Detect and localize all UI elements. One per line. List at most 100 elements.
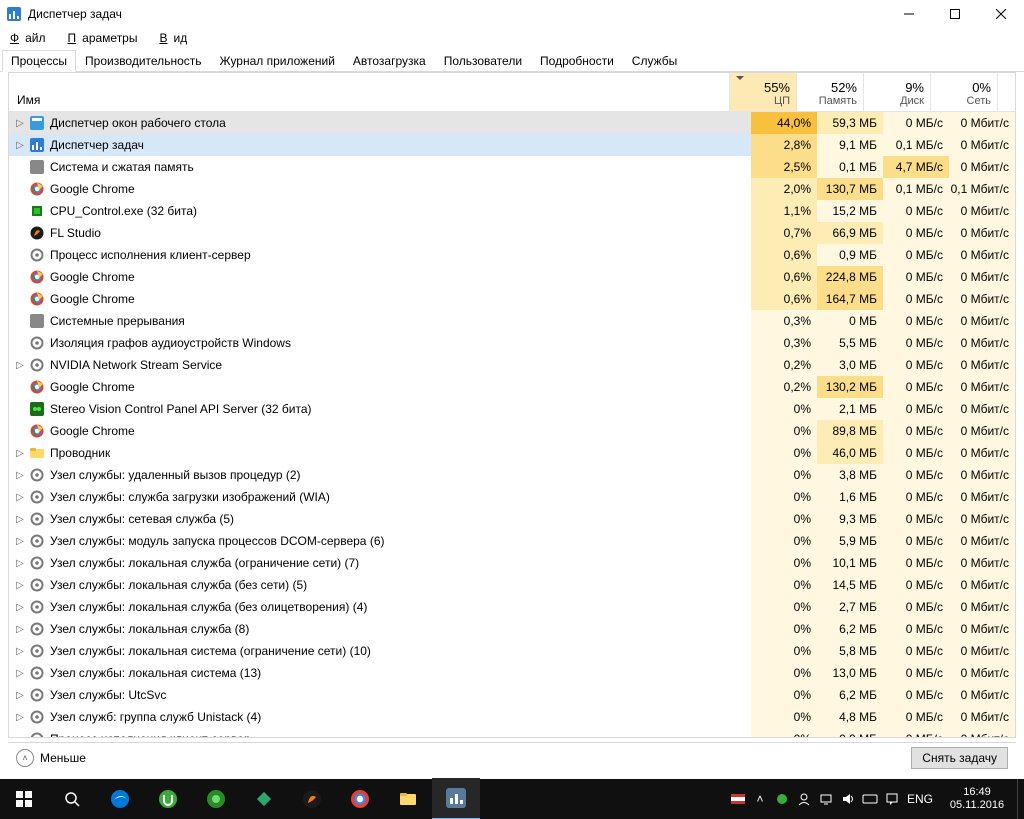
taskbar-app-diamond[interactable] — [240, 779, 288, 819]
expander-icon[interactable]: ▷ — [13, 666, 27, 680]
taskbar-app-green[interactable] — [192, 779, 240, 819]
taskbar-chrome[interactable] — [336, 779, 384, 819]
process-row[interactable]: ▷Узел службы: сетевая служба (5)0%9,3 МБ… — [9, 508, 1015, 530]
expander-icon[interactable]: ▷ — [13, 116, 27, 130]
taskbar-flstudio[interactable] — [288, 779, 336, 819]
process-row[interactable]: ▷Узел службы: локальная система (огранич… — [9, 640, 1015, 662]
process-row[interactable]: ▷Узел службы: локальная служба (без олиц… — [9, 596, 1015, 618]
process-row[interactable]: Системные прерывания0,3%0 МБ0 МБ/с0 Мбит… — [9, 310, 1015, 332]
expander-icon[interactable]: ▷ — [13, 600, 27, 614]
search-button[interactable] — [48, 779, 96, 819]
process-row[interactable]: ▷Узел службы: UtcSvc0%6,2 МБ0 МБ/с0 Мбит… — [9, 684, 1015, 706]
expander-icon[interactable]: ▷ — [13, 578, 27, 592]
gear-icon — [29, 511, 45, 527]
tab-3[interactable]: Автозагрузка — [344, 50, 435, 71]
taskbar-edge[interactable] — [96, 779, 144, 819]
expander-icon[interactable]: ▷ — [13, 710, 27, 724]
cell-net: 0 Мбит/с — [949, 464, 1015, 486]
col-disk[interactable]: 9%Диск — [864, 73, 931, 111]
taskbar-taskmgr[interactable] — [432, 778, 480, 819]
expander-icon[interactable]: ▷ — [13, 556, 27, 570]
gear-icon — [29, 247, 45, 263]
show-desktop-button[interactable] — [1017, 779, 1024, 819]
expander-icon[interactable]: ▷ — [13, 622, 27, 636]
taskbar[interactable]: ˄ ENG 16:4905.11.2016 — [0, 779, 1024, 819]
process-row[interactable]: ▷Узел служб: группа служб Unistack (4)0%… — [9, 706, 1015, 728]
process-row[interactable]: ▷Узел службы: локальная служба (без сети… — [9, 574, 1015, 596]
menu-options[interactable]: Параметры — [62, 30, 150, 46]
process-row[interactable]: Google Chrome0%89,8 МБ0 МБ/с0 Мбит/с — [9, 420, 1015, 442]
process-list[interactable]: ▷Диспетчер окон рабочего стола44,0%59,3 … — [9, 112, 1015, 737]
tray-clock[interactable]: 16:4905.11.2016 — [937, 786, 1017, 812]
cell-cpu: 44,0% — [751, 112, 817, 134]
fewer-details-button[interactable]: ˄ Меньше — [16, 749, 86, 767]
expander-icon[interactable]: ▷ — [13, 358, 27, 372]
gear-icon — [29, 643, 45, 659]
process-row[interactable]: Изоляция графов аудиоустройств Windows0,… — [9, 332, 1015, 354]
process-row[interactable]: Google Chrome0,6%224,8 МБ0 МБ/с0 Мбит/с — [9, 266, 1015, 288]
process-row[interactable]: ▷Диспетчер задач2,8%9,1 МБ0,1 МБ/с0 Мбит… — [9, 134, 1015, 156]
process-row[interactable]: Stereo Vision Control Panel API Server (… — [9, 398, 1015, 420]
tray-volume-icon[interactable] — [837, 779, 859, 819]
process-row[interactable]: Google Chrome2,0%130,7 МБ0,1 МБ/с0,1 Мби… — [9, 178, 1015, 200]
taskbar-utorrent[interactable] — [144, 779, 192, 819]
menu-file[interactable]: Файл — [4, 30, 58, 46]
expander-icon[interactable]: ▷ — [13, 468, 27, 482]
tray-icon[interactable] — [727, 779, 749, 819]
expander-icon[interactable]: ▷ — [13, 446, 27, 460]
expander-icon[interactable]: ▷ — [13, 512, 27, 526]
col-name[interactable]: Имя — [9, 73, 730, 111]
tab-4[interactable]: Пользователи — [435, 50, 531, 71]
expander-icon[interactable]: ▷ — [13, 688, 27, 702]
end-task-button[interactable]: Снять задачу — [911, 747, 1008, 769]
tab-1[interactable]: Производительность — [76, 50, 210, 71]
tab-6[interactable]: Службы — [623, 50, 686, 71]
tab-0[interactable]: Процессы — [2, 50, 76, 72]
col-network[interactable]: 0%Сеть — [931, 73, 997, 111]
menu-view[interactable]: Вид — [153, 30, 199, 46]
tray-keyboard-icon[interactable] — [859, 779, 881, 819]
maximize-button[interactable] — [932, 0, 978, 28]
tray-people-icon[interactable] — [793, 779, 815, 819]
process-row[interactable]: CPU_Control.exe (32 бита)1,1%15,2 МБ0 МБ… — [9, 200, 1015, 222]
process-row[interactable]: ▷Узел службы: локальная служба (8)0%6,2 … — [9, 618, 1015, 640]
process-row[interactable]: FL Studio0,7%66,9 МБ0 МБ/с0 Мбит/с — [9, 222, 1015, 244]
tab-5[interactable]: Подробности — [531, 50, 623, 71]
tray-action-center-icon[interactable] — [881, 779, 903, 819]
process-row[interactable]: ▷Узел службы: модуль запуска процессов D… — [9, 530, 1015, 552]
expander-icon[interactable]: ▷ — [13, 490, 27, 504]
close-button[interactable] — [978, 0, 1024, 28]
minimize-button[interactable] — [886, 0, 932, 28]
process-row[interactable]: ▷Диспетчер окон рабочего стола44,0%59,3 … — [9, 112, 1015, 134]
cell-cpu: 0,2% — [751, 354, 817, 376]
tab-2[interactable]: Журнал приложений — [211, 50, 344, 71]
chrome-icon — [29, 423, 45, 439]
col-memory[interactable]: 52%Память — [797, 73, 864, 111]
process-row[interactable]: Google Chrome0,6%164,7 МБ0 МБ/с0 Мбит/с — [9, 288, 1015, 310]
tray-chevron-up-icon[interactable]: ˄ — [749, 779, 771, 819]
tray-language[interactable]: ENG — [903, 779, 937, 819]
expander-icon[interactable]: ▷ — [13, 138, 27, 152]
process-row[interactable]: ▷Проводник0%46,0 МБ0 МБ/с0 Мбит/с — [9, 442, 1015, 464]
process-row[interactable]: Процесс исполнения клиент-сервер0,6%0,9 … — [9, 244, 1015, 266]
tray-network-icon[interactable] — [815, 779, 837, 819]
start-button[interactable] — [0, 779, 48, 819]
expander-icon — [13, 160, 27, 174]
gear-icon — [29, 665, 45, 681]
cell-mem: 1,6 МБ — [817, 486, 883, 508]
process-row[interactable]: ▷Узел службы: локальная система (13)0%13… — [9, 662, 1015, 684]
expander-icon[interactable]: ▷ — [13, 534, 27, 548]
process-row[interactable]: Система и сжатая память2,5%0,1 МБ4,7 МБ/… — [9, 156, 1015, 178]
process-row[interactable]: Процесс исполнения клиент-сервер0%0,9 МБ… — [9, 728, 1015, 737]
cell-mem: 13,0 МБ — [817, 662, 883, 684]
titlebar[interactable]: Диспетчер задач — [0, 0, 1024, 28]
process-row[interactable]: ▷NVIDIA Network Stream Service0,2%3,0 МБ… — [9, 354, 1015, 376]
expander-icon[interactable]: ▷ — [13, 644, 27, 658]
tray-icon-green[interactable] — [771, 779, 793, 819]
col-cpu[interactable]: 55%ЦП — [730, 73, 797, 111]
process-row[interactable]: ▷Узел службы: удаленный вызов процедур (… — [9, 464, 1015, 486]
taskbar-explorer[interactable] — [384, 779, 432, 819]
process-row[interactable]: ▷Узел службы: служба загрузки изображени… — [9, 486, 1015, 508]
process-row[interactable]: ▷Узел службы: локальная служба (ограниче… — [9, 552, 1015, 574]
process-row[interactable]: Google Chrome0,2%130,2 МБ0 МБ/с0 Мбит/с — [9, 376, 1015, 398]
